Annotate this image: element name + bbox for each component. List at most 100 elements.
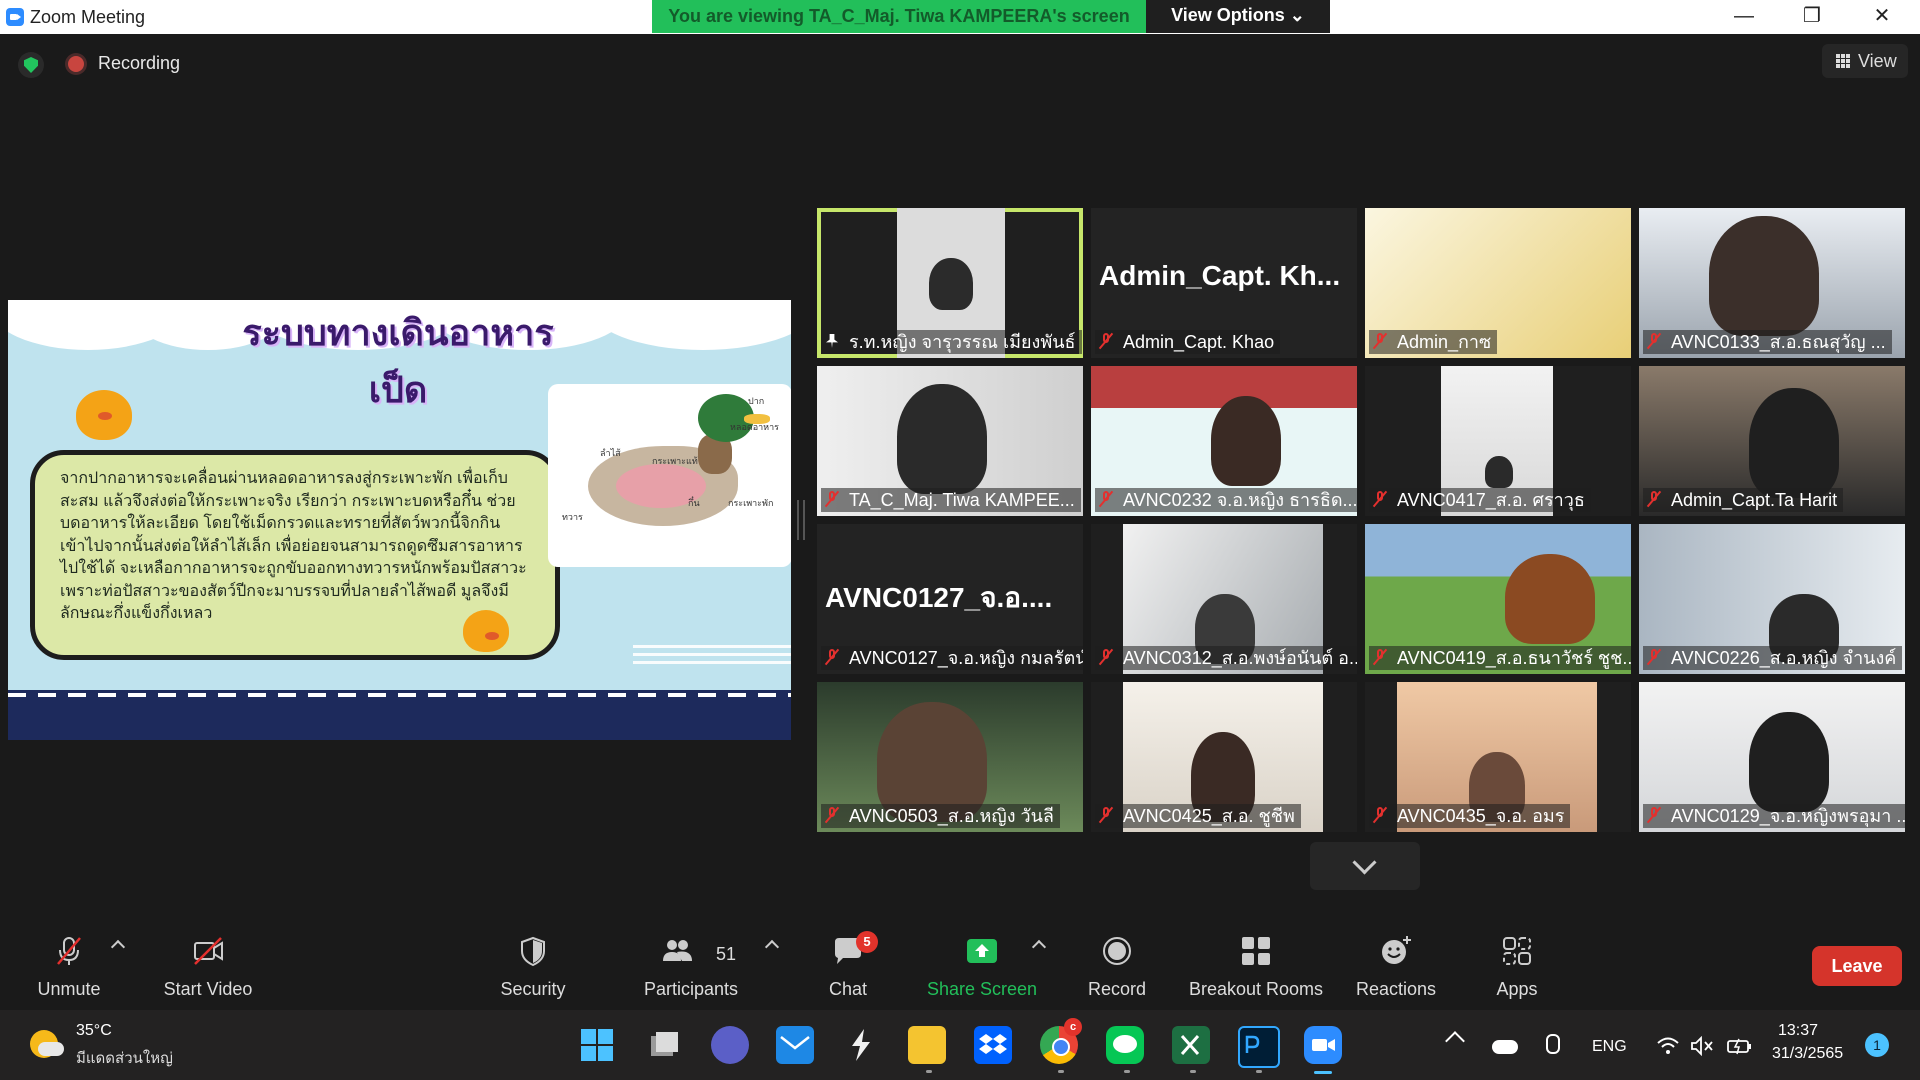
share-screen-label: Share Screen <box>926 979 1038 999</box>
excel-icon[interactable] <box>1172 1026 1210 1064</box>
participant-tile[interactable]: AVNC0435_จ.อ. อมร <box>1365 682 1631 832</box>
wifi-icon[interactable] <box>1656 1036 1680 1062</box>
participants-label: Participants <box>643 979 739 999</box>
reactions-button[interactable]: Reactions <box>1348 924 1444 1010</box>
unmute-button[interactable]: Unmute <box>22 924 116 1010</box>
decorative-stripes <box>633 645 791 667</box>
leave-button[interactable]: Leave <box>1812 946 1902 986</box>
mail-icon[interactable] <box>776 1026 814 1064</box>
share-screen-button[interactable]: Share Screen <box>922 924 1042 1010</box>
security-label: Security <box>500 979 566 999</box>
gallery-next-page-button[interactable] <box>1310 842 1420 890</box>
participant-tile[interactable]: ร.ท.หญิง จารุวรรณ เมียงพันธ์ <box>817 208 1083 358</box>
participant-tile[interactable]: AVNC0226_ส.อ.หญิง จำนงค์ <box>1639 524 1905 674</box>
participant-silhouette <box>897 384 987 494</box>
participant-name: TA_C_Maj. Tiwa KAMPEE... <box>821 488 1081 512</box>
weather-sun-cloud-icon[interactable] <box>30 1030 64 1058</box>
notification-badge[interactable]: 1 <box>1865 1033 1889 1057</box>
clock-time[interactable]: 13:37 <box>1778 1022 1818 1040</box>
reactions-label: Reactions <box>1355 979 1437 999</box>
participants-icon <box>662 940 692 961</box>
slide-footer <box>8 690 791 740</box>
participant-tile[interactable]: AVNC0133_ส.อ.ธณสุวัญ ... <box>1639 208 1905 358</box>
participant-tile[interactable]: Admin_กาซ <box>1365 208 1631 358</box>
microphone-muted-icon <box>825 649 839 665</box>
microphone-muted-icon <box>1373 491 1387 507</box>
line-icon[interactable] <box>1106 1026 1144 1064</box>
winamp-icon[interactable] <box>842 1026 880 1064</box>
weather-temperature[interactable]: 35°C <box>76 1022 112 1040</box>
shield-icon <box>521 936 545 967</box>
record-button[interactable]: Record <box>1072 924 1162 1010</box>
grid-icon <box>1836 54 1850 68</box>
participant-name: AVNC0312_ส.อ.พงษ์อนันต์ อ... <box>1095 646 1357 670</box>
participant-tile[interactable]: AVNC0232 จ.อ.หญิง ธารธิด... <box>1091 366 1357 516</box>
teams-chat-icon[interactable] <box>711 1026 749 1064</box>
participant-tile[interactable]: TA_C_Maj. Tiwa KAMPEE... <box>817 366 1083 516</box>
minimize-button[interactable]: — <box>1714 0 1774 34</box>
task-view-icon[interactable] <box>645 1026 683 1064</box>
breakout-rooms-button[interactable]: Breakout Rooms <box>1176 924 1336 1010</box>
close-button[interactable]: ✕ <box>1852 0 1912 34</box>
participant-name: Admin_Capt. Khao <box>1095 330 1281 354</box>
participant-tile[interactable]: AVNC0503_ส.อ.หญิง วันลี <box>817 682 1083 832</box>
onedrive-cloud-icon[interactable] <box>1492 1040 1518 1054</box>
microphone-muted-icon <box>825 491 839 507</box>
microphone-muted-icon <box>57 937 81 965</box>
weather-description[interactable]: มีแดดส่วนใหญ่ <box>76 1046 173 1070</box>
language-indicator[interactable]: ENG <box>1592 1038 1627 1056</box>
video-off-icon <box>194 937 223 965</box>
unmute-label: Unmute <box>37 979 101 999</box>
participant-name: AVNC0417_ส.อ. ศราวุธ <box>1369 488 1591 512</box>
participant-tile[interactable]: Admin_Capt. Kh... Admin_Capt. Khao <box>1091 208 1357 358</box>
panel-splitter[interactable] <box>797 500 805 540</box>
encryption-shield-icon[interactable] <box>18 52 44 78</box>
participant-tile[interactable]: Admin_Capt.Ta Harit <box>1639 366 1905 516</box>
windows-start-icon[interactable] <box>578 1026 616 1064</box>
duck-icon <box>76 390 132 440</box>
gallery-view-button[interactable]: View <box>1822 44 1908 78</box>
speaker-muted-icon[interactable] <box>1690 1035 1716 1061</box>
battery-charging-icon[interactable] <box>1726 1036 1754 1061</box>
chrome-icon[interactable]: c <box>1040 1018 1082 1064</box>
meeting-toolbar: Unmute Start Video Security 51 Participa… <box>0 924 1920 1010</box>
microphone-muted-icon <box>1099 649 1113 665</box>
participant-tile[interactable]: AVNC0312_ส.อ.พงษ์อนันต์ อ... <box>1091 524 1357 674</box>
participant-tile[interactable]: AVNC0417_ส.อ. ศราวุธ <box>1365 366 1631 516</box>
microphone-muted-icon <box>1373 333 1387 349</box>
dropbox-icon[interactable] <box>974 1026 1012 1064</box>
participant-silhouette <box>929 258 973 310</box>
clock-date[interactable]: 31/3/2565 <box>1772 1045 1843 1063</box>
microphone-muted-icon <box>1647 333 1661 349</box>
microphone-tray-icon[interactable] <box>1546 1034 1560 1054</box>
participant-tile[interactable]: AVNC0425_ส.อ. ชูชีพ <box>1091 682 1357 832</box>
breakout-rooms-label: Breakout Rooms <box>1188 979 1324 999</box>
participant-name: Admin_กาซ <box>1369 330 1498 354</box>
participants-options-caret[interactable] <box>764 939 780 955</box>
participant-tile[interactable]: AVNC0127_จ.อ.... AVNC0127_จ.อ.หญิง กมลรัต… <box>817 524 1083 674</box>
chat-button[interactable]: 5 Chat <box>800 924 896 1010</box>
participant-tile[interactable]: AVNC0129_จ.อ.หญิงพรอุมา ... <box>1639 682 1905 832</box>
security-button[interactable]: Security <box>488 924 578 1010</box>
apps-label: Apps <box>1496 979 1538 999</box>
participants-button[interactable]: 51 Participants <box>632 924 750 1010</box>
apps-button[interactable]: Apps <box>1472 924 1562 1010</box>
microphone-muted-icon <box>1099 807 1113 823</box>
start-video-button[interactable]: Start Video <box>150 924 266 1010</box>
photoshop-icon[interactable] <box>1238 1026 1280 1068</box>
running-indicator <box>1058 1070 1064 1073</box>
participant-name: AVNC0232 จ.อ.หญิง ธารธิด... <box>1095 488 1357 512</box>
microphone-muted-icon <box>1373 649 1387 665</box>
participant-silhouette <box>1485 456 1513 488</box>
zoom-logo-icon <box>6 8 24 26</box>
restore-button[interactable]: ❐ <box>1782 0 1842 34</box>
view-options-button[interactable]: View Options ⌄ <box>1146 0 1330 33</box>
participant-tile[interactable]: AVNC0419_ส.อ.ธนาวัชร์ ชูช... <box>1365 524 1631 674</box>
decorative-dashes <box>8 693 791 697</box>
participant-name: AVNC0133_ส.อ.ธณสุวัญ ... <box>1643 330 1892 354</box>
participant-silhouette <box>1709 216 1819 336</box>
participant-silhouette <box>1211 396 1281 486</box>
file-explorer-icon[interactable] <box>908 1026 946 1064</box>
zoom-taskbar-icon[interactable] <box>1304 1026 1342 1074</box>
microphone-muted-icon <box>1099 491 1113 507</box>
